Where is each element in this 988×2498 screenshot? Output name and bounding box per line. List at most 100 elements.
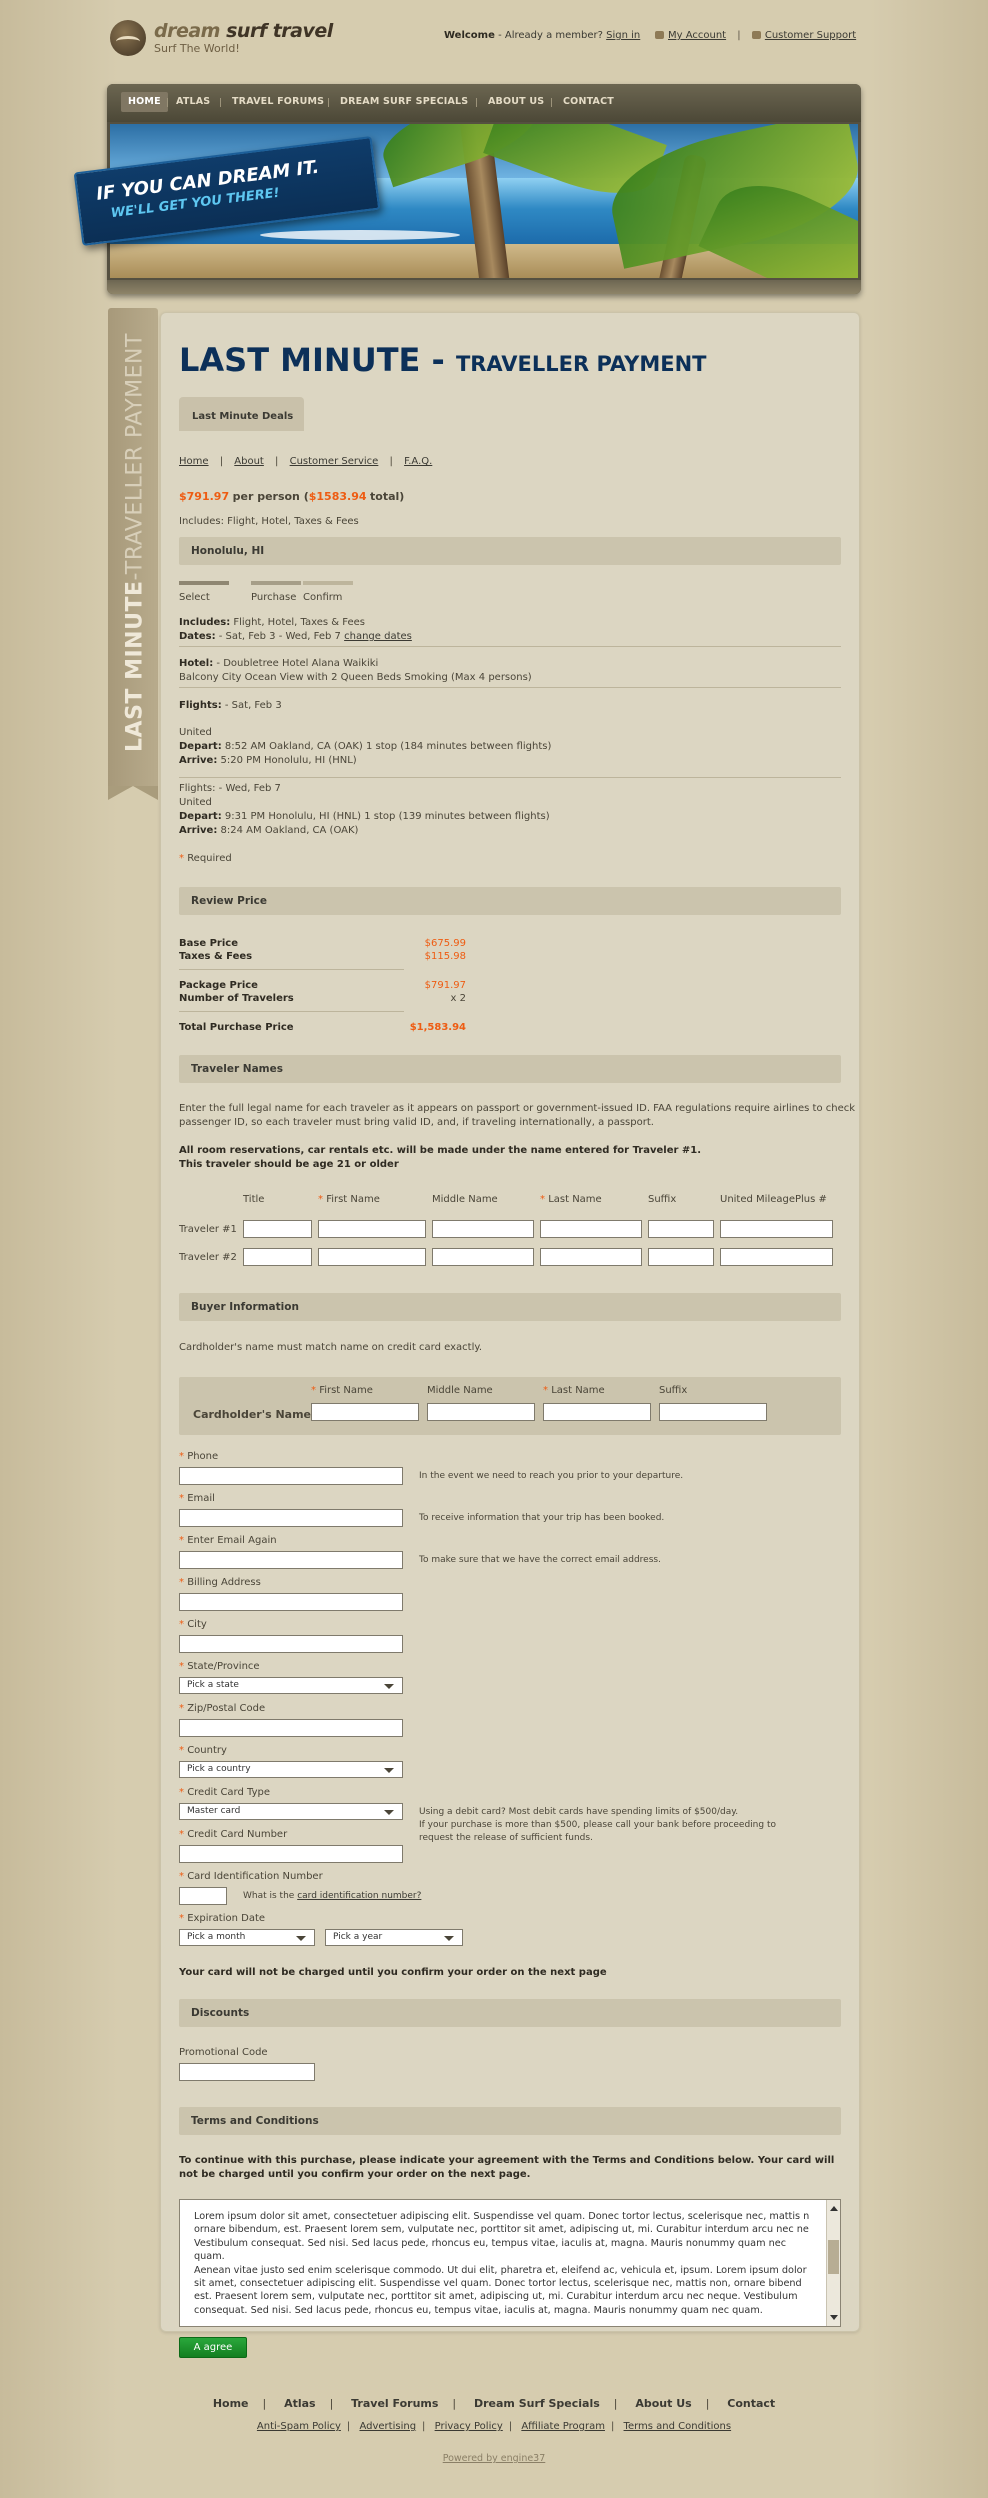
zip-label: * Zip/Postal Code — [179, 1703, 266, 1714]
agree-button[interactable]: A agree — [179, 2337, 247, 2358]
customer-support-link[interactable]: Customer Support — [765, 30, 856, 41]
terms-scrollbar[interactable] — [826, 2200, 840, 2326]
billing-address-input[interactable] — [179, 1593, 403, 1611]
traveler-2-suffix-input[interactable] — [648, 1248, 714, 1266]
country-select[interactable]: Pick a country — [179, 1761, 403, 1778]
traveler-2-first-name-input[interactable] — [318, 1248, 426, 1266]
cardholder-first-name-input[interactable] — [311, 1403, 419, 1421]
phone-input[interactable] — [179, 1467, 403, 1485]
scroll-thumb[interactable] — [828, 2240, 839, 2274]
terms-line: Aenean vitae justo sed enim scelerisque … — [194, 2264, 807, 2276]
footer-atlas[interactable]: Atlas — [284, 2397, 316, 2410]
change-dates-link[interactable]: change dates — [344, 631, 412, 642]
member-text: - Already a member? — [498, 30, 603, 41]
email-again-label: * Enter Email Again — [179, 1535, 277, 1546]
cid-help: What is the card identification number? — [243, 1891, 422, 1901]
expiry-year-select[interactable]: Pick a year — [325, 1929, 463, 1946]
breadcrumb-about[interactable]: About — [234, 456, 264, 467]
expiry-month-select[interactable]: Pick a month — [179, 1929, 315, 1946]
footer-terms[interactable]: Terms and Conditions — [624, 2421, 732, 2432]
nav-separator — [476, 98, 477, 107]
traveler-1-first-name-input[interactable] — [318, 1220, 426, 1238]
cc-number-input[interactable] — [179, 1845, 403, 1863]
traveler-names-header: Traveler Names — [179, 1055, 841, 1083]
traveler-2-label: Traveler #2 — [179, 1252, 237, 1263]
nav-home[interactable]: HOME — [121, 92, 168, 112]
details-hotel: Hotel: - Doubletree Hotel Alana Waikiki — [179, 658, 379, 669]
nav-separator — [551, 98, 552, 107]
cc-id-input[interactable] — [179, 1887, 227, 1905]
terms-intro-1: To continue with this purchase, please i… — [179, 2155, 835, 2166]
ribbon-text: LAST MINUTE-TRAVELLER PAYMENT — [122, 333, 148, 752]
footer-privacy[interactable]: Privacy Policy — [435, 2421, 503, 2432]
terms-textarea[interactable]: Lorem ipsum dolor sit amet, consectetuer… — [179, 2199, 841, 2327]
nav-dream-surf-specials[interactable]: DREAM SURF SPECIALS — [333, 92, 475, 112]
traveler-1-middle-name-input[interactable] — [432, 1220, 534, 1238]
nav-travel-forums[interactable]: TRAVEL FORUMS — [225, 92, 331, 112]
footer-contact[interactable]: Contact — [727, 2397, 775, 2410]
step-confirm: Confirm — [303, 592, 343, 603]
breadcrumb-customer-service[interactable]: Customer Service — [290, 456, 379, 467]
breadcrumb-home[interactable]: Home — [179, 456, 209, 467]
cid-help-link[interactable]: card identification number? — [297, 1891, 421, 1901]
cc-type-select[interactable]: Master card — [179, 1803, 403, 1820]
traveler-1-label: Traveler #1 — [179, 1224, 237, 1235]
charge-note: Your card will not be charged until you … — [179, 1967, 607, 1978]
promo-code-input[interactable] — [179, 2063, 315, 2081]
total-label: Total Purchase Price — [179, 1022, 294, 1033]
terms-line: Lorem ipsum dolor sit amet, consectetuer… — [194, 2211, 810, 2222]
terms-line: sit amet, consectetuer adipiscing elit. … — [194, 2278, 802, 2290]
cc-id-label: * Card Identification Number — [179, 1871, 323, 1882]
footer-home[interactable]: Home — [213, 2397, 249, 2410]
city-input[interactable] — [179, 1635, 403, 1653]
nav-about-us[interactable]: ABOUT US — [481, 92, 551, 112]
side-ribbon: LAST MINUTE-TRAVELLER PAYMENT — [108, 308, 158, 800]
zip-input[interactable] — [179, 1719, 403, 1737]
nav-contact[interactable]: CONTACT — [556, 92, 621, 112]
traveler-1-last-name-input[interactable] — [540, 1220, 642, 1238]
expiry-label: * Expiration Date — [179, 1913, 266, 1924]
banner: HOME ATLAS TRAVEL FORUMS DREAM SURF SPEC… — [73, 84, 861, 294]
my-account-link[interactable]: My Account — [668, 30, 726, 41]
sign-in-link[interactable]: Sign in — [606, 30, 640, 41]
email-input[interactable] — [179, 1509, 403, 1527]
logo[interactable]: dream surf travel Surf The World! — [110, 20, 360, 60]
cardholder-suffix-input[interactable] — [659, 1403, 767, 1421]
footer-advertising[interactable]: Advertising — [359, 2421, 416, 2432]
ret-airline: United — [179, 797, 212, 808]
traveler-2-title-input[interactable] — [243, 1248, 312, 1266]
email-again-input[interactable] — [179, 1551, 403, 1569]
footer-travel-forums[interactable]: Travel Forums — [351, 2397, 438, 2410]
breadcrumb-faq[interactable]: F.A.Q. — [404, 456, 432, 467]
footer-affiliate[interactable]: Affiliate Program — [521, 2421, 605, 2432]
state-select[interactable]: Pick a state — [179, 1677, 403, 1694]
traveler-1-title-input[interactable] — [243, 1220, 312, 1238]
traveler-2-middle-name-input[interactable] — [432, 1248, 534, 1266]
powered-by-link[interactable]: Powered by engine37 — [443, 2453, 546, 2464]
brand-slogan: Surf The World! — [154, 42, 240, 55]
required-note: * Required — [179, 853, 232, 864]
cardholder-col-suffix: Suffix — [659, 1385, 688, 1396]
cardholder-middle-name-input[interactable] — [427, 1403, 535, 1421]
scroll-down-icon[interactable] — [830, 2315, 838, 2320]
cc-number-label: * Credit Card Number — [179, 1829, 288, 1840]
banner-footer — [107, 280, 861, 294]
nav-separator — [220, 98, 221, 107]
divider — [179, 1011, 404, 1012]
scroll-up-icon[interactable] — [830, 2206, 838, 2211]
cardholder-last-name-input[interactable] — [543, 1403, 651, 1421]
traveler-2-mileageplus-input[interactable] — [720, 1248, 833, 1266]
tab-last-minute-deals[interactable]: Last Minute Deals — [179, 397, 304, 431]
travelers-value: x 2 — [450, 993, 466, 1004]
footer-dream-surf-specials[interactable]: Dream Surf Specials — [474, 2397, 600, 2410]
nav-separator — [167, 98, 168, 107]
footer-about-us[interactable]: About Us — [635, 2397, 691, 2410]
traveler-1-mileageplus-input[interactable] — [720, 1220, 833, 1238]
base-price-label: Base Price — [179, 938, 238, 949]
traveler-2-last-name-input[interactable] — [540, 1248, 642, 1266]
footer-anti-spam[interactable]: Anti-Spam Policy — [257, 2421, 341, 2432]
terms-line: consequat. Sed nisi. Sed lacus pede, rho… — [194, 2304, 763, 2316]
review-price-header: Review Price — [179, 887, 841, 915]
traveler-1-suffix-input[interactable] — [648, 1220, 714, 1238]
nav-atlas[interactable]: ATLAS — [169, 92, 217, 112]
